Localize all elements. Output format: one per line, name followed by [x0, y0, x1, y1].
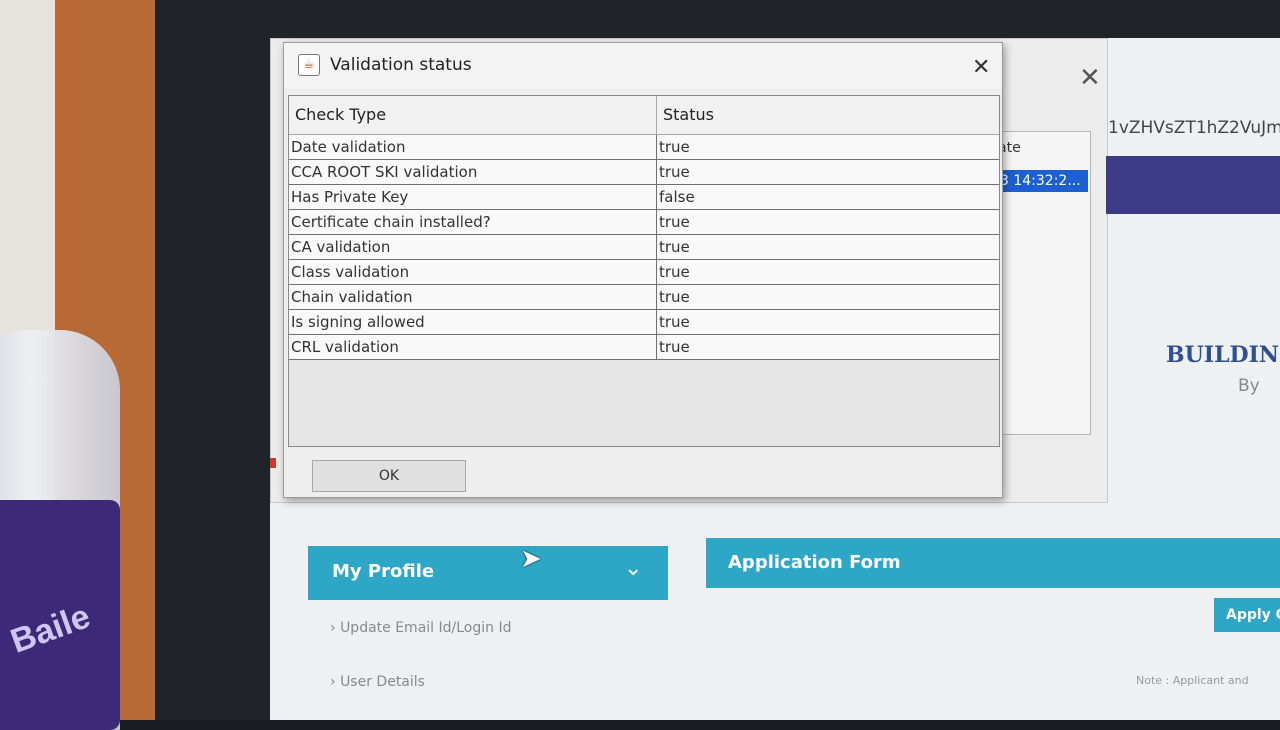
check-type-cell: Certificate chain installed? — [289, 210, 657, 234]
chevron-down-icon[interactable]: ⌄ — [624, 556, 642, 581]
ok-button[interactable]: OK — [312, 460, 466, 492]
check-type-cell: Date validation — [289, 135, 657, 159]
dialog-titlebar: ☕ Validation status ✕ — [284, 43, 1002, 89]
note-text: Note : Applicant and — [1136, 674, 1249, 687]
status-cell: true — [659, 288, 690, 306]
table-body: Date validation true CCA ROOT SKI validat… — [289, 135, 999, 360]
column-header-status[interactable]: Status — [657, 96, 999, 134]
column-header-check-type[interactable]: Check Type — [289, 96, 657, 134]
status-cell: false — [659, 188, 695, 206]
table-row[interactable]: Certificate chain installed? true — [289, 210, 999, 235]
check-type-cell: Class validation — [289, 260, 657, 284]
background-list: ate 3 14:32:2... — [997, 131, 1091, 435]
status-cell: true — [659, 313, 690, 331]
check-type-cell: Chain validation — [289, 285, 657, 309]
check-type-cell: CRL validation — [289, 335, 657, 359]
close-icon[interactable]: ✕ — [972, 55, 990, 80]
user-details-link-label: User Details — [340, 674, 425, 690]
banner-heading: BUILDING — [1166, 342, 1280, 368]
my-profile-title: My Profile — [332, 561, 435, 582]
check-type-cell: CCA ROOT SKI validation — [289, 160, 657, 184]
status-cell: true — [659, 263, 690, 281]
table-row[interactable]: CRL validation true — [289, 335, 999, 360]
status-cell: true — [659, 138, 690, 156]
red-mark — [270, 458, 276, 468]
check-type-cell: Has Private Key — [289, 185, 657, 209]
application-form-header: Application Form — [706, 538, 1280, 588]
check-type-cell: CA validation — [289, 235, 657, 259]
status-cell: true — [659, 238, 690, 256]
background-list-selected-item[interactable]: 3 14:32:2... — [998, 170, 1088, 192]
table-row[interactable]: CA validation true — [289, 235, 999, 260]
background-close-icon[interactable]: ✕ — [1079, 63, 1101, 93]
check-type-cell: Is signing allowed — [289, 310, 657, 334]
java-cup-icon: ☕ — [298, 54, 320, 76]
table-row[interactable]: Chain validation true — [289, 285, 999, 310]
table-row[interactable]: Has Private Key false — [289, 185, 999, 210]
status-cell: true — [659, 338, 690, 356]
update-email-link-label: Update Email Id/Login Id — [340, 620, 512, 636]
banner-by: By — [1238, 376, 1260, 396]
user-details-link[interactable]: › User Details — [330, 674, 425, 690]
status-cell: true — [659, 213, 690, 231]
validation-status-dialog: ☕ Validation status ✕ Check Type Status … — [283, 42, 1003, 498]
url-hash-text: 1vZHVsZT1hZ2VuJmF — [1108, 118, 1280, 138]
update-email-link[interactable]: › Update Email Id/Login Id — [330, 620, 511, 636]
my-profile-header[interactable]: My Profile ⌄ — [308, 546, 668, 600]
validation-table: Check Type Status Date validation true CC… — [288, 95, 1000, 447]
table-row[interactable]: Date validation true — [289, 135, 999, 160]
table-row[interactable]: Is signing allowed true — [289, 310, 999, 335]
mouse-pointer-icon: ➤ — [520, 544, 542, 574]
application-form-title: Application Form — [728, 552, 901, 573]
apply-button[interactable]: Apply C — [1214, 598, 1280, 632]
table-row[interactable]: CCA ROOT SKI validation true — [289, 160, 999, 185]
banner-band — [1106, 156, 1280, 214]
dialog-title: Validation status — [330, 55, 472, 75]
screen: ✕ ate 3 14:32:2... 1vZHVsZT1hZ2VuJmF BUI… — [270, 38, 1280, 720]
status-cell: true — [659, 163, 690, 181]
table-header: Check Type Status — [289, 96, 999, 135]
table-row[interactable]: Class validation true — [289, 260, 999, 285]
